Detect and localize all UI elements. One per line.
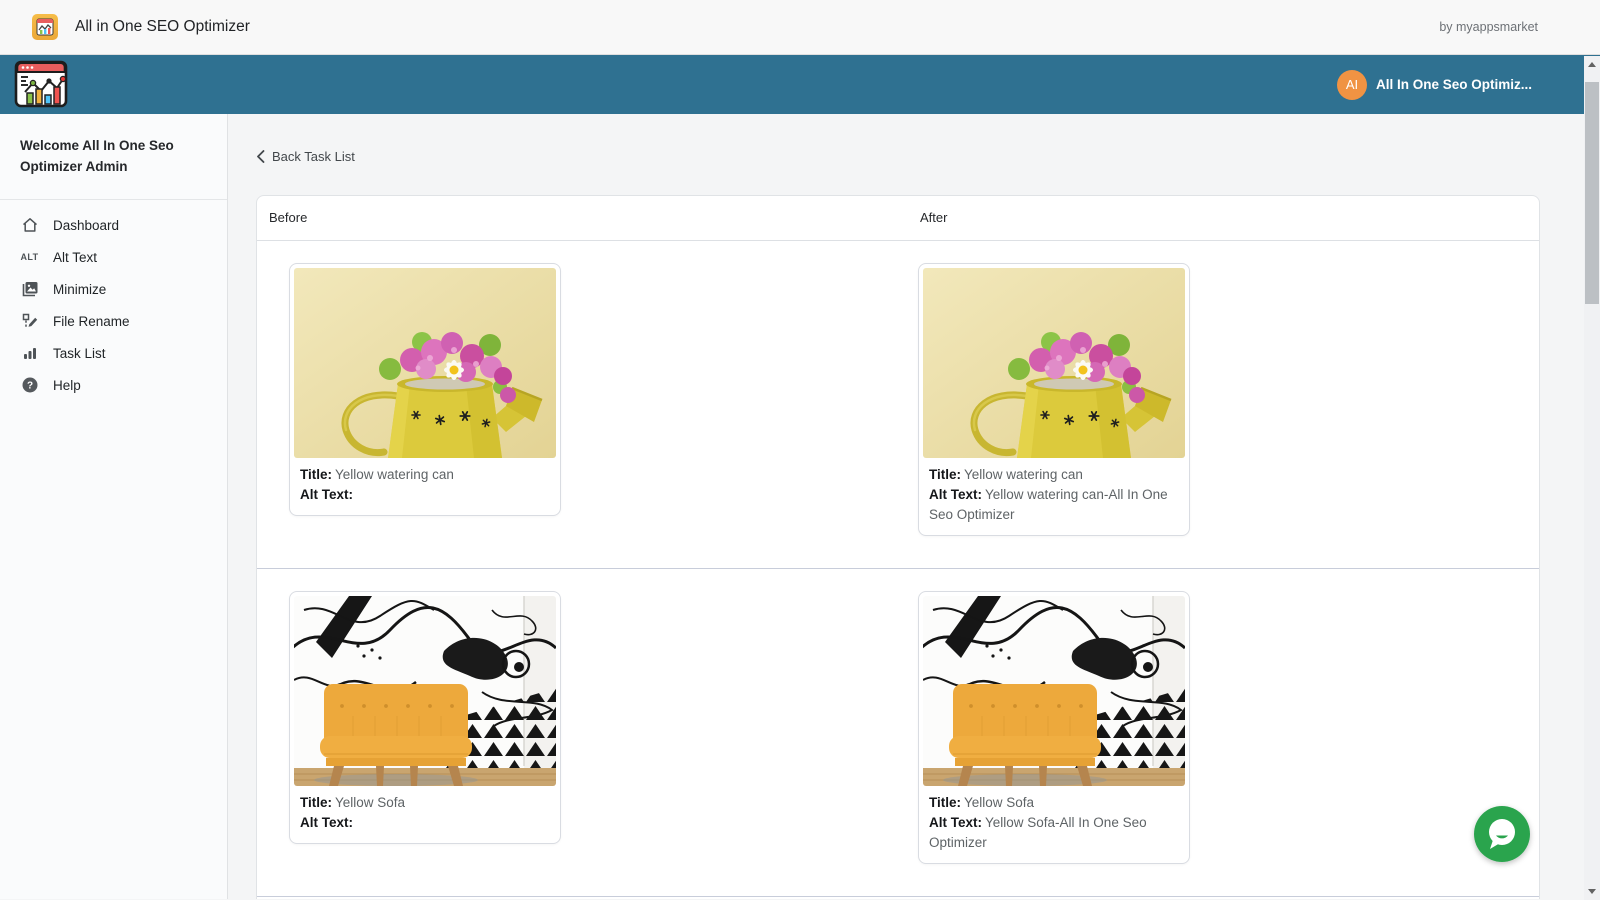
image-card-after: Title:Yellow watering can Alt Text:Yello… bbox=[918, 263, 1190, 536]
back-task-list-link[interactable]: Back Task List bbox=[256, 149, 355, 164]
title-label: Title: bbox=[929, 467, 961, 482]
store-menu[interactable]: AI All In One Seo Optimiz... bbox=[1337, 70, 1532, 100]
app-logo-icon bbox=[32, 14, 58, 40]
image-card-after: Title:Yellow Sofa Alt Text:Yellow Sofa-A… bbox=[918, 591, 1190, 864]
sidebar-item-task-list[interactable]: Task List bbox=[0, 337, 227, 369]
sidebar-item-minimize[interactable]: Minimize bbox=[0, 273, 227, 305]
scrollbar-thumb[interactable] bbox=[1585, 82, 1599, 304]
title-value: Yellow Sofa bbox=[964, 795, 1034, 810]
image-card-before: Title:Yellow watering can Alt Text: bbox=[289, 263, 561, 516]
image-caption: Title:Yellow watering can Alt Text: bbox=[290, 462, 560, 515]
image-icon bbox=[20, 280, 39, 299]
top-app-bar: All in One SEO Optimizer by myappsmarket bbox=[0, 0, 1600, 55]
after-cell: Title:Yellow Sofa Alt Text:Yellow Sofa-A… bbox=[898, 591, 1539, 864]
title-value: Yellow watering can bbox=[335, 467, 454, 482]
svg-text:?: ? bbox=[26, 381, 32, 392]
bar-chart-icon bbox=[20, 344, 39, 363]
table-row: Title:Yellow Sofa Alt Text: Title:Yellow… bbox=[257, 569, 1539, 897]
app-title: All in One SEO Optimizer bbox=[75, 18, 250, 36]
sidebar-item-file-rename[interactable]: File Rename bbox=[0, 305, 227, 337]
sidebar-item-alt-text[interactable]: ALT Alt Text bbox=[0, 241, 227, 273]
store-name: All In One Seo Optimiz... bbox=[1376, 77, 1532, 92]
next-row-partial bbox=[257, 897, 1539, 899]
sidebar-item-label: Dashboard bbox=[53, 218, 119, 233]
sofa-image bbox=[294, 596, 556, 786]
main-content: Back Task List Before After Title:Yellow… bbox=[228, 114, 1600, 899]
column-header-before: Before bbox=[257, 196, 898, 240]
sidebar-item-label: Help bbox=[53, 378, 81, 393]
image-caption: Title:Yellow watering can Alt Text:Yello… bbox=[919, 462, 1189, 535]
sofa-image bbox=[923, 596, 1185, 786]
chevron-left-icon bbox=[256, 150, 265, 163]
sidebar-item-label: Task List bbox=[53, 346, 106, 361]
scroll-up-icon bbox=[1588, 62, 1596, 67]
store-avatar: AI bbox=[1337, 70, 1367, 100]
back-link-label: Back Task List bbox=[272, 149, 355, 164]
title-value: Yellow watering can bbox=[964, 467, 1083, 482]
sidebar-nav: Dashboard ALT Alt Text Minimize bbox=[0, 200, 227, 401]
alt-text-icon: ALT bbox=[20, 248, 39, 267]
alt-label: Alt Text: bbox=[300, 487, 353, 502]
home-icon bbox=[20, 216, 39, 235]
before-cell: Title:Yellow Sofa Alt Text: bbox=[257, 591, 898, 864]
title-label: Title: bbox=[300, 795, 332, 810]
title-label: Title: bbox=[929, 795, 961, 810]
sidebar-item-label: Minimize bbox=[53, 282, 106, 297]
scroll-down-icon bbox=[1588, 889, 1596, 894]
welcome-text: Welcome All In One Seo Optimizer Admin bbox=[0, 114, 227, 200]
chat-bubble-icon bbox=[1474, 806, 1530, 862]
app-byline: by myappsmarket bbox=[1439, 20, 1538, 34]
vertical-scrollbar[interactable] bbox=[1584, 56, 1600, 900]
scroll-down-button[interactable] bbox=[1584, 883, 1600, 900]
rename-icon bbox=[20, 312, 39, 331]
scroll-up-button[interactable] bbox=[1584, 56, 1600, 73]
chat-widget-button[interactable] bbox=[1474, 806, 1530, 862]
table-header-row: Before After bbox=[257, 196, 1539, 241]
title-label: Title: bbox=[300, 467, 332, 482]
title-value: Yellow Sofa bbox=[335, 795, 405, 810]
before-after-table: Before After Title:Yellow watering can A… bbox=[256, 195, 1540, 899]
image-card-before: Title:Yellow Sofa Alt Text: bbox=[289, 591, 561, 844]
image-caption: Title:Yellow Sofa Alt Text:Yellow Sofa-A… bbox=[919, 790, 1189, 863]
column-header-after: After bbox=[898, 196, 1539, 240]
brand-logo-icon bbox=[14, 60, 68, 110]
sidebar-item-help[interactable]: ? Help bbox=[0, 369, 227, 401]
sidebar: Welcome All In One Seo Optimizer Admin D… bbox=[0, 114, 228, 899]
app-header: AI All In One Seo Optimiz... bbox=[0, 55, 1600, 114]
sidebar-item-dashboard[interactable]: Dashboard bbox=[0, 209, 227, 241]
alt-label: Alt Text: bbox=[929, 815, 982, 830]
image-caption: Title:Yellow Sofa Alt Text: bbox=[290, 790, 560, 843]
watering-can-image bbox=[923, 268, 1185, 458]
before-cell: Title:Yellow watering can Alt Text: bbox=[257, 263, 898, 536]
alt-label: Alt Text: bbox=[300, 815, 353, 830]
help-icon: ? bbox=[20, 376, 39, 395]
sidebar-item-label: Alt Text bbox=[53, 250, 97, 265]
watering-can-image bbox=[294, 268, 556, 458]
alt-label: Alt Text: bbox=[929, 487, 982, 502]
sidebar-item-label: File Rename bbox=[53, 314, 130, 329]
table-row: Title:Yellow watering can Alt Text: Titl… bbox=[257, 241, 1539, 569]
after-cell: Title:Yellow watering can Alt Text:Yello… bbox=[898, 263, 1539, 536]
